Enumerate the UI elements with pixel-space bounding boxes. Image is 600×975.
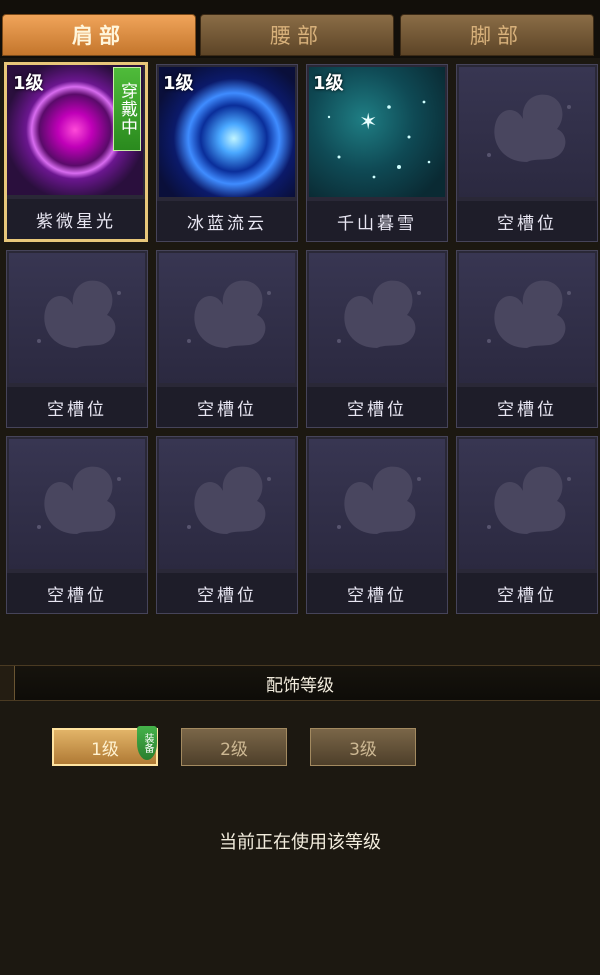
- slot-level: 1级: [13, 73, 44, 94]
- butterfly-icon: [187, 466, 271, 534]
- slot-name: 空槽位: [7, 573, 147, 613]
- butterfly-icon: [37, 280, 121, 348]
- slot-11[interactable]: 空槽位: [306, 436, 448, 614]
- slot-name: 千山暮雪: [307, 201, 447, 241]
- butterfly-icon: [487, 466, 571, 534]
- butterfly-icon: [337, 280, 421, 348]
- wearing-badge: 穿戴中: [113, 67, 141, 151]
- slot-6[interactable]: 空槽位: [156, 250, 298, 428]
- slot-2[interactable]: 1级 冰蓝流云: [156, 64, 298, 242]
- slot-1[interactable]: 1级 穿戴中 紫微星光: [4, 62, 148, 242]
- section-title: 配饰等级: [266, 675, 334, 696]
- level-2-button[interactable]: 2级: [181, 728, 287, 766]
- slot-name: 冰蓝流云: [157, 201, 297, 241]
- slot-10[interactable]: 空槽位: [156, 436, 298, 614]
- section-header: 配饰等级: [0, 665, 600, 701]
- butterfly-icon: [487, 94, 571, 162]
- slot-name: 空槽位: [457, 201, 597, 241]
- slot-3[interactable]: ✶ 1级 千山暮雪: [306, 64, 448, 242]
- slot-4[interactable]: 空槽位: [456, 64, 598, 242]
- svg-text:✶: ✶: [359, 110, 377, 135]
- slot-name: 空槽位: [307, 387, 447, 427]
- level-3-button[interactable]: 3级: [310, 728, 416, 766]
- slot-name: 空槽位: [157, 573, 297, 613]
- tab-bar: 肩部 腰部 脚部: [0, 0, 600, 58]
- slot-name: 空槽位: [307, 573, 447, 613]
- butterfly-icon: [187, 280, 271, 348]
- slot-9[interactable]: 空槽位: [6, 436, 148, 614]
- slot-level: 1级: [313, 73, 344, 94]
- tab-waist[interactable]: 腰部: [200, 14, 394, 56]
- slot-name: 空槽位: [7, 387, 147, 427]
- slot-8[interactable]: 空槽位: [456, 250, 598, 428]
- slot-name: 紫微星光: [7, 199, 145, 239]
- tab-feet[interactable]: 脚部: [400, 14, 594, 56]
- slot-7[interactable]: 空槽位: [306, 250, 448, 428]
- slot-name: 空槽位: [457, 573, 597, 613]
- butterfly-icon: [487, 280, 571, 348]
- butterfly-icon: [337, 466, 421, 534]
- status-text: 当前正在使用该等级: [219, 832, 381, 853]
- slot-5[interactable]: 空槽位: [6, 250, 148, 428]
- slot-name: 空槽位: [457, 387, 597, 427]
- slot-level: 1级: [163, 73, 194, 94]
- equipped-tag: 装备: [137, 726, 157, 760]
- tab-shoulder[interactable]: 肩部: [2, 14, 196, 56]
- butterfly-icon: [37, 466, 121, 534]
- slot-name: 空槽位: [157, 387, 297, 427]
- slot-12[interactable]: 空槽位: [456, 436, 598, 614]
